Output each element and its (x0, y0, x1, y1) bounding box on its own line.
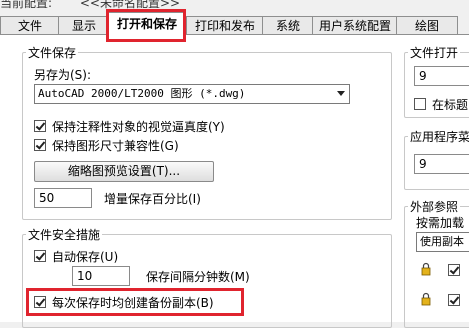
tab-label: 系统 (275, 19, 300, 33)
autosave-label: 自动保存(U) (52, 250, 119, 264)
tab-user-preferences[interactable]: 用户系统配置 (312, 16, 398, 35)
save-interval-value: 10 (77, 269, 93, 283)
tab-label: 文件 (17, 19, 42, 33)
tab-system[interactable]: 系统 (262, 16, 314, 35)
tab-files[interactable]: 文件 (0, 16, 60, 35)
demand-load-value: 使用副本 (420, 235, 464, 248)
chevron-down-icon (337, 91, 345, 96)
tab-label: 绘图 (414, 19, 439, 33)
save-as-value: AutoCAD 2000/LT2000 图形 (*.dwg) (38, 87, 246, 100)
thumbnail-button-label: 缩略图预览设置(T)... (67, 164, 181, 178)
demand-load-label: 按需加载 (416, 216, 465, 230)
app-menu-recent-value: 9 (419, 157, 427, 171)
recent-files-input[interactable]: 9 (414, 66, 469, 86)
backup-checkbox[interactable] (34, 296, 46, 308)
lock-icon (421, 262, 431, 276)
title-full-path-checkbox[interactable] (414, 98, 426, 110)
file-save-title: 文件保存 (26, 44, 79, 61)
tab-label: 打印和发布 (194, 19, 255, 33)
xref-title: 外部参照 (408, 198, 461, 215)
keep-annotative-checkbox[interactable] (34, 120, 46, 132)
thumbnail-settings-button[interactable]: 缩略图预览设置(T)... (34, 161, 214, 182)
app-menu-title: 应用程序菜 (408, 128, 469, 145)
tab-display[interactable]: 显示 (58, 16, 110, 35)
xref-option-checkbox-1[interactable] (448, 264, 460, 276)
current-config: 当前配置: <<未命名配置>> (0, 0, 180, 10)
incremental-save-label: 增量保存百分比(I) (104, 192, 201, 206)
save-as-dropdown[interactable]: AutoCAD 2000/LT2000 图形 (*.dwg) (34, 84, 350, 104)
keep-annotative-label: 保持注释性对象的视觉逼真度(Y) (52, 120, 225, 134)
lock-icon (421, 292, 431, 306)
incremental-save-input[interactable]: 50 (34, 188, 92, 208)
file-open-title: 文件打开 (408, 44, 461, 61)
app-menu-recent-input[interactable]: 9 (414, 154, 469, 174)
title-full-path-label: 在标题 (432, 98, 469, 112)
tab-drafting[interactable]: 绘图 (396, 16, 458, 35)
autosave-checkbox[interactable] (34, 250, 46, 262)
xref-option-checkbox-2[interactable] (448, 294, 460, 306)
backup-label: 每次保存时均创建备份副本(B) (52, 296, 214, 310)
tab-label: 显示 (71, 19, 96, 33)
keep-drawing-size-label: 保持图形尺寸兼容性(G) (52, 139, 179, 153)
tab-label: 用户系统配置 (318, 19, 391, 33)
incremental-save-value: 50 (39, 191, 55, 205)
demand-load-dropdown[interactable]: 使用副本 (416, 232, 469, 252)
tab-bar: 文件 显示 打开和保存 打印和发布 系统 用户系统配置 绘图 (0, 12, 469, 36)
tab-highlight (106, 9, 186, 42)
save-interval-input[interactable]: 10 (72, 266, 130, 286)
recent-files-value: 9 (419, 69, 427, 83)
keep-drawing-size-checkbox[interactable] (34, 139, 46, 151)
current-config-label: 当前配置: (0, 0, 53, 10)
save-as-label: 另存为(S): (34, 68, 92, 82)
tab-plot-and-publish[interactable]: 打印和发布 (186, 16, 264, 35)
save-interval-label: 保存间隔分钟数(M) (146, 270, 250, 284)
file-safety-title: 文件安全措施 (26, 226, 103, 243)
